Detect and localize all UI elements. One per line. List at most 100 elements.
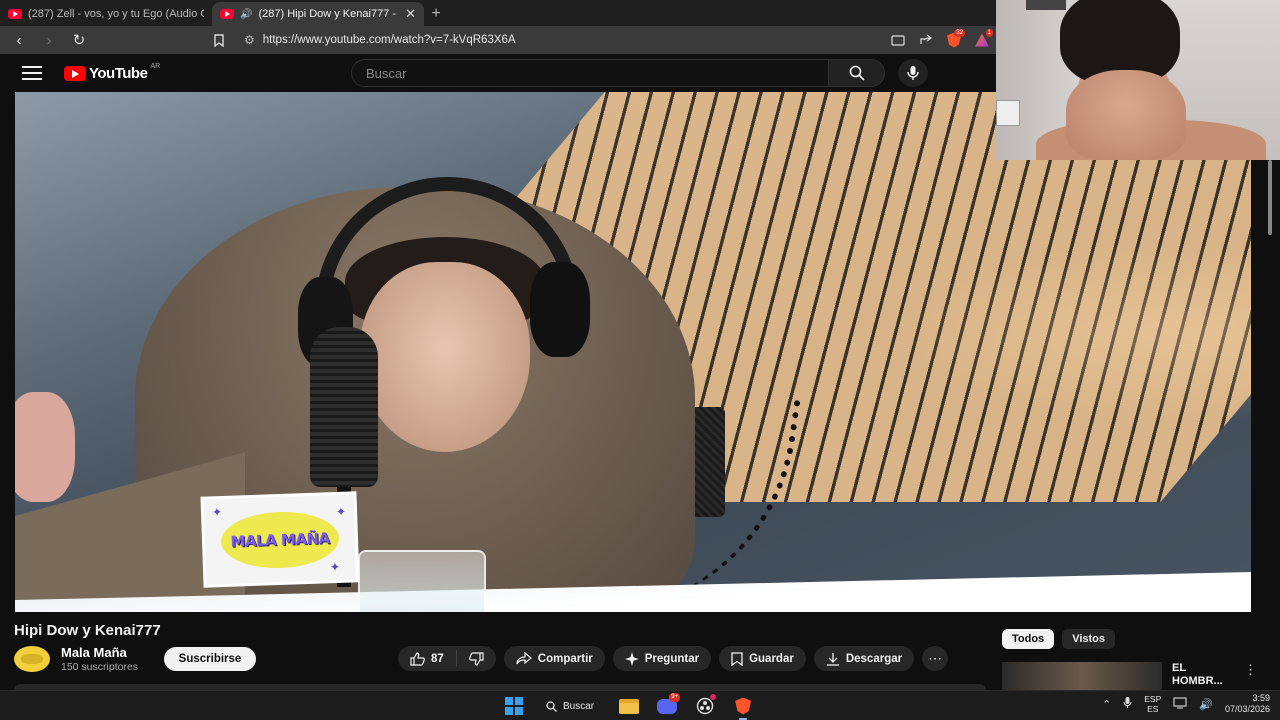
volume-icon[interactable]: 🔊 [1199, 698, 1213, 711]
ask-label: Preguntar [644, 652, 700, 665]
forward-button[interactable]: › [36, 28, 62, 52]
taskbar-search-label: Buscar [563, 700, 595, 712]
reload-button[interactable]: ↻ [66, 28, 92, 52]
recommendation-item[interactable]: EL HOMBR... ⋮ [1002, 662, 1264, 690]
youtube-logo[interactable]: YouTube AR [64, 63, 160, 82]
headphone-earcup-right [530, 262, 590, 357]
new-tab-button[interactable]: + [424, 2, 448, 26]
speaker-icon[interactable]: 🔊 [240, 9, 252, 20]
file-explorer-icon[interactable] [614, 694, 644, 718]
browser-tab-2[interactable]: 🔊 (287) Hipi Dow y Kenai777 - Y ✕ [212, 2, 424, 26]
share-button[interactable]: Compartir [503, 646, 605, 671]
studio-microphone [310, 327, 378, 487]
download-icon [826, 652, 839, 666]
windows-start-icon[interactable] [502, 694, 526, 718]
like-count: 87 [431, 652, 444, 665]
search-input[interactable]: Buscar [351, 59, 829, 87]
picture-frame [1026, 0, 1066, 10]
youtube-favicon-icon [220, 9, 234, 19]
taskbar-search[interactable]: Buscar [534, 694, 606, 718]
recommendation-title[interactable]: EL HOMBR... [1172, 662, 1234, 690]
video-title: Hipi Dow y Kenai777 [14, 622, 161, 639]
sticker-text: MALA MAÑA [230, 528, 330, 551]
action-bar: 87 Compartir Preguntar Guardar Descargar… [398, 646, 949, 671]
chip-vistos[interactable]: Vistos [1062, 629, 1115, 649]
dislike-button[interactable] [457, 651, 496, 666]
youtube-favicon-icon [8, 9, 22, 19]
ask-button[interactable]: Preguntar [612, 646, 712, 671]
close-tab-icon[interactable]: ✕ [405, 6, 416, 22]
brave-shields-icon[interactable]: 32 [942, 29, 966, 51]
url-text: https://www.youtube.com/watch?v=7-kVqR63… [262, 34, 516, 46]
sparkle-icon: ✦ [335, 504, 347, 520]
chevron-up-icon[interactable]: ⌃ [1102, 698, 1111, 711]
chip-todos[interactable]: Todos [1002, 629, 1055, 649]
voice-search-button[interactable] [898, 59, 928, 87]
save-button[interactable]: Guardar [719, 646, 806, 671]
video-player[interactable]: ✦ ✦ ✦ MALA MAÑA [15, 92, 1251, 612]
discord-badge: 9+ [669, 693, 681, 702]
language-code: ESP [1144, 694, 1162, 704]
obs-icon[interactable] [690, 694, 720, 718]
share-label: Compartir [537, 652, 593, 665]
thumbs-up-icon [410, 651, 425, 666]
download-button[interactable]: Descargar [813, 646, 915, 671]
water-glass [358, 550, 486, 612]
cast-icon[interactable] [886, 29, 910, 51]
windows-taskbar: Buscar 9+ ⌃ ESP ES 🔊 3:59 07/03/2026 [0, 690, 1280, 720]
recommendation-thumbnail[interactable] [1002, 662, 1162, 690]
brave-browser-icon[interactable] [728, 694, 758, 720]
menu-icon[interactable] [22, 66, 42, 80]
sticker-bubble: MALA MAÑA [220, 509, 340, 570]
share-arrow-icon [516, 652, 532, 665]
microphone-icon [907, 66, 919, 80]
back-button[interactable]: ‹ [6, 28, 32, 52]
like-button[interactable]: 87 [398, 650, 457, 667]
layout-code: ES [1147, 704, 1159, 714]
search-bar: Buscar [351, 59, 885, 87]
subscribe-button[interactable]: Suscribirse [164, 647, 256, 671]
channel-row: Mala Maña 150 suscriptores [14, 645, 138, 673]
rewards-badge: 1 [985, 29, 993, 37]
webcam-person-hands [1066, 70, 1186, 160]
search-icon [849, 65, 865, 81]
download-label: Descargar [845, 652, 903, 665]
youtube-header: YouTube AR Buscar [0, 54, 1000, 92]
keyboard-language[interactable]: ESP ES [1144, 694, 1161, 714]
recording-dot [710, 694, 717, 700]
search-icon [546, 700, 557, 712]
recommendation-menu-icon[interactable]: ⋮ [1244, 662, 1257, 690]
microphone-tray-icon[interactable] [1123, 696, 1132, 712]
browser-tab-strip: (287) Zell - vos, yo y tu Ego (Audio O 🔊… [0, 0, 1000, 26]
brave-shields-badge: 32 [954, 29, 965, 37]
tab-title: (287) Zell - vos, yo y tu Ego (Audio O [28, 8, 204, 20]
bookmark-save-icon [731, 651, 743, 666]
youtube-play-icon [64, 65, 86, 81]
scrollbar-thumb[interactable] [1268, 160, 1272, 235]
channel-avatar[interactable] [14, 646, 50, 672]
clock-time: 3:59 [1252, 693, 1270, 703]
url-field[interactable]: ⚙ https://www.youtube.com/watch?v=7-kVqR… [236, 29, 882, 51]
search-button[interactable] [829, 59, 885, 87]
bookmark-icon[interactable] [206, 28, 232, 52]
brave-rewards-icon[interactable]: 1 [970, 29, 994, 51]
clock[interactable]: 3:59 07/03/2026 [1225, 693, 1270, 715]
hand [15, 392, 75, 502]
wall-outlet [996, 100, 1020, 126]
video-info: Hipi Dow y Kenai777 Mala Maña 150 suscri… [0, 612, 1280, 690]
wood-glow [885, 242, 1251, 422]
sparkle-icon: ✦ [211, 505, 223, 520]
filter-chips: Todos Vistos [1002, 629, 1115, 649]
share-icon[interactable] [914, 29, 938, 51]
network-icon[interactable] [1173, 696, 1187, 712]
channel-sticker: ✦ ✦ ✦ MALA MAÑA [203, 494, 357, 585]
more-actions-button[interactable]: ⋯ [922, 646, 949, 671]
page-scrollbar[interactable]: ▼ [1266, 160, 1274, 690]
channel-name[interactable]: Mala Maña [61, 645, 138, 660]
tab-title: (287) Hipi Dow y Kenai777 - Y [258, 8, 400, 20]
thumbs-down-icon [468, 651, 484, 666]
browser-tab-1[interactable]: (287) Zell - vos, yo y tu Ego (Audio O [0, 2, 212, 26]
youtube-wordmark: YouTube [89, 64, 148, 82]
discord-icon[interactable]: 9+ [652, 693, 682, 718]
site-settings-icon[interactable]: ⚙ [244, 33, 255, 47]
